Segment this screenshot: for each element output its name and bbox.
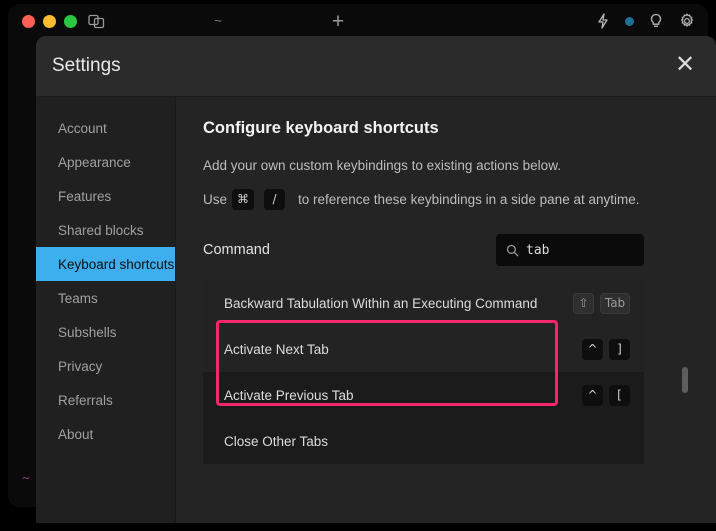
shortcut-keys[interactable]: ^ ] bbox=[582, 338, 630, 360]
split-pane-icon[interactable] bbox=[88, 14, 106, 30]
dialog-header: Settings ✕ bbox=[36, 36, 716, 97]
table-row[interactable]: Activate Previous Tab ^ [ bbox=[203, 372, 644, 418]
page-title: Settings bbox=[52, 55, 121, 76]
sidebar-item-features[interactable]: Features bbox=[36, 179, 175, 213]
zoom-window-button[interactable] bbox=[64, 15, 77, 28]
shortcut-label: Close Other Tabs bbox=[224, 433, 329, 449]
search-value: tab bbox=[526, 242, 550, 258]
tab-key-badge[interactable]: Tab bbox=[600, 292, 630, 314]
sidebar-item-referrals[interactable]: Referrals bbox=[36, 383, 175, 417]
terminal-prompt: ~ bbox=[22, 471, 30, 486]
control-key-badge[interactable]: ^ bbox=[582, 338, 603, 360]
content-heading: Configure keyboard shortcuts bbox=[203, 119, 439, 137]
shortcut-label: Backward Tabulation Within an Executing … bbox=[224, 295, 538, 311]
shortcut-keys[interactable]: ⇧ Tab bbox=[573, 292, 630, 314]
sidebar-item-account[interactable]: Account bbox=[36, 111, 175, 145]
settings-content: Configure keyboard shortcuts Add your ow… bbox=[176, 97, 716, 523]
settings-sidebar: Account Appearance Features Shared block… bbox=[36, 97, 176, 523]
search-icon bbox=[506, 244, 519, 257]
lightbulb-icon[interactable] bbox=[647, 12, 665, 30]
sidebar-item-about[interactable]: About bbox=[36, 417, 175, 451]
titlebar-actions bbox=[594, 12, 696, 30]
sidebar-item-subshells[interactable]: Subshells bbox=[36, 315, 175, 349]
control-key-badge[interactable]: ^ bbox=[582, 384, 603, 406]
title-bar: ~ + bbox=[8, 4, 708, 40]
sidebar-item-privacy[interactable]: Privacy bbox=[36, 349, 175, 383]
table-row[interactable]: Backward Tabulation Within an Executing … bbox=[203, 280, 644, 326]
left-bracket-key-badge[interactable]: [ bbox=[609, 384, 630, 406]
command-header-row: Command tab bbox=[203, 234, 644, 266]
shortcut-list: Backward Tabulation Within an Executing … bbox=[203, 280, 644, 464]
settings-dialog: Settings ✕ Account Appearance Features S… bbox=[36, 36, 716, 523]
minimize-window-button[interactable] bbox=[43, 15, 56, 28]
close-window-button[interactable] bbox=[22, 15, 35, 28]
sidebar-item-appearance[interactable]: Appearance bbox=[36, 145, 175, 179]
command-key-badge: ⌘ bbox=[232, 189, 255, 210]
shortcut-label: Activate Previous Tab bbox=[224, 387, 354, 403]
table-row[interactable]: Close Other Tabs bbox=[203, 418, 644, 464]
content-description: Add your own custom keybindings to exist… bbox=[203, 158, 561, 173]
gear-icon[interactable] bbox=[678, 12, 696, 30]
content-use-line: Use ⌘ / to reference these keybindings i… bbox=[203, 189, 716, 210]
new-tab-button[interactable]: + bbox=[328, 11, 348, 32]
scrollbar-thumb[interactable] bbox=[682, 367, 688, 393]
lightning-bolt-icon[interactable] bbox=[594, 12, 612, 30]
right-bracket-key-badge[interactable]: ] bbox=[609, 338, 630, 360]
search-input[interactable]: tab bbox=[496, 234, 644, 266]
sidebar-item-keyboard-shortcuts[interactable]: Keyboard shortcuts bbox=[36, 247, 175, 281]
sidebar-item-shared-blocks[interactable]: Shared blocks bbox=[36, 213, 175, 247]
scrollbar[interactable] bbox=[682, 367, 688, 523]
table-row[interactable]: Activate Next Tab ^ ] bbox=[203, 326, 644, 372]
use-prefix-label: Use bbox=[203, 192, 228, 207]
close-icon[interactable]: ✕ bbox=[672, 52, 698, 78]
window-controls bbox=[22, 15, 77, 28]
sidebar-item-teams[interactable]: Teams bbox=[36, 281, 175, 315]
shortcut-keys[interactable]: ^ [ bbox=[582, 384, 630, 406]
command-column-header: Command bbox=[203, 242, 270, 258]
shortcut-label: Activate Next Tab bbox=[224, 341, 329, 357]
tab-strip[interactable]: ~ bbox=[118, 4, 318, 40]
slash-key-badge: / bbox=[264, 189, 286, 210]
shift-key-badge[interactable]: ⇧ bbox=[573, 292, 594, 314]
tab-label[interactable]: ~ bbox=[118, 13, 318, 29]
dialog-body: Account Appearance Features Shared block… bbox=[36, 97, 716, 523]
use-suffix-label: to reference these keybindings in a side… bbox=[298, 192, 640, 207]
blue-dot-indicator[interactable] bbox=[625, 16, 634, 26]
